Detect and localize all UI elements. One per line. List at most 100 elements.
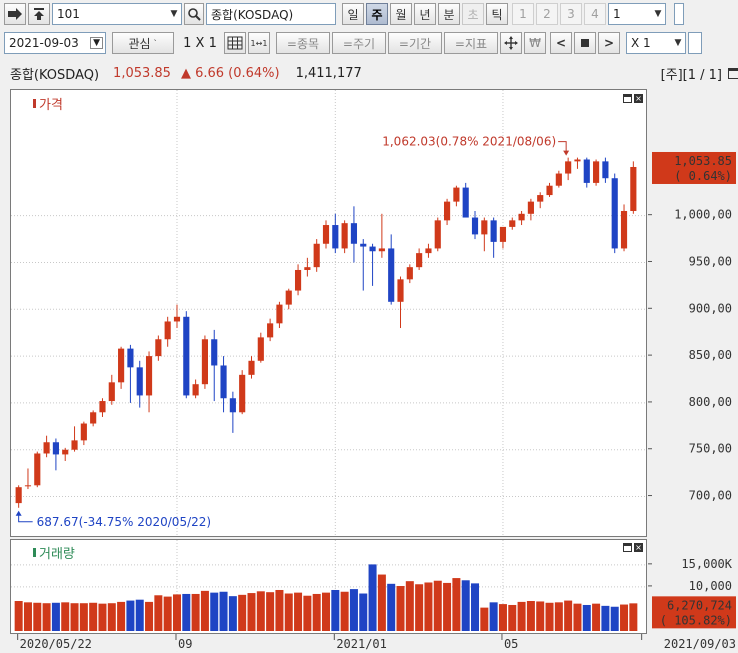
link-arrow-icon [8,8,22,20]
price-axis-label: 1,000,00 [674,208,732,222]
crosshair-icon [504,36,518,50]
candle-body [537,195,544,202]
slot-button-3[interactable]: 3 [560,3,582,25]
candle-body [322,225,330,244]
candle-body [201,339,208,385]
slot-buttons: 1234 [512,3,608,25]
crosshair-button[interactable] [500,32,522,54]
price-chart: 1,062.03(0.78% 2021/08/06) 687.67(-34.75%… [11,90,646,536]
candle-body [183,316,190,396]
stop-button[interactable] [574,32,596,54]
period-button-틱[interactable]: 틱 [486,3,508,25]
info-volume: 1,411,177 [295,65,362,81]
volume-bar [498,604,507,631]
maximize-icon[interactable] [623,543,632,552]
period-button-주[interactable]: 주 [366,3,388,25]
volume-bar [238,594,247,631]
volume-bar [592,603,601,631]
one-to-one-button[interactable]: 1↔1 [248,32,270,54]
candle-body [108,382,115,402]
volume-bar [107,603,116,631]
pin-top-button[interactable] [28,3,50,25]
legend-swatch [33,548,36,557]
one-to-one-label: 1↔1 [250,38,268,48]
chevron-down-icon[interactable]: ▼ [651,4,665,24]
link-arrow-button[interactable] [4,3,26,25]
grid-button[interactable] [224,32,246,54]
info-name: 종합(KOSDAQ) [10,67,100,83]
chevron-down-icon[interactable]: ▼ [671,33,685,53]
right-field [674,3,684,25]
indicator-label: =지표 [454,36,488,51]
chevron-right-button[interactable]: > [598,32,620,54]
slot-button-1[interactable]: 1 [512,3,534,25]
volume-bar [191,593,200,631]
price-panel-controls: × [623,94,643,103]
current-price-change: ( 0.64%) [674,169,732,183]
watch-button[interactable]: 관심 ` [112,32,174,54]
code-input[interactable]: 101 ▼ [52,3,182,25]
close-icon[interactable]: × [634,94,643,103]
period-button-초[interactable]: 초 [462,3,484,25]
chevron-down-icon[interactable]: ▼ [90,37,103,49]
period-button-월[interactable]: 월 [390,3,412,25]
volume-bar [508,604,517,631]
chevron-down-icon[interactable]: ▼ [167,4,181,24]
volume-panel-controls: × [623,543,643,552]
volume-bar [182,593,191,631]
volume-bar [452,578,461,631]
candle-body [239,374,246,413]
candle-body [509,220,516,227]
stock-label: =종목 [286,36,320,51]
slot-button-4[interactable]: 4 [584,3,606,25]
currency-button[interactable]: ₩ [524,32,546,54]
period-button-분[interactable]: 분 [438,3,460,25]
candle-body [220,365,227,399]
maximize-icon[interactable] [623,94,632,103]
volume-bar [377,574,386,631]
period-label: =기간 [398,36,432,51]
stop-icon [581,39,589,47]
volume-bar [247,593,256,631]
date-picker[interactable]: 2021-09-03 ▼ [4,32,106,54]
window-icon[interactable] [728,67,738,79]
cycle-button[interactable]: =주기 [332,32,386,54]
indicator-button[interactable]: =지표 [444,32,498,54]
candle-body [173,316,181,322]
slot-select[interactable]: 1 ▼ [608,3,666,25]
chevron-left-button[interactable]: < [550,32,572,54]
chevron-right-icon: > [603,36,615,50]
volume-bar [610,606,619,631]
period-button-년[interactable]: 년 [414,3,436,25]
current-volume-box [652,596,736,629]
candle-body [499,226,507,242]
volume-bar [433,580,442,631]
info-change: ▲ 6.66 (0.64%) [180,65,280,81]
period-button[interactable]: =기간 [388,32,442,54]
period-button-일[interactable]: 일 [342,3,364,25]
zoom-select[interactable]: X 1 ▼ [626,32,686,54]
candle-body [518,213,525,221]
candle-body [34,453,41,486]
candle-body [99,401,106,413]
candle-body [229,398,236,413]
candle-body [341,223,348,249]
candle-body [481,220,488,235]
slot-button-2[interactable]: 2 [536,3,558,25]
volume-axis-label: 15,000K [681,557,732,571]
toolbar-row-2: 2021-09-03 ▼ 관심 ` 1 X 1 1↔1 =종목 =주기 =기간 =… [0,31,738,55]
close-icon[interactable]: × [634,543,643,552]
candle-body [462,187,469,218]
candle-body [620,210,628,249]
volume-bar [172,594,181,631]
candle-body [52,442,59,455]
volume-bar [42,603,51,631]
volume-bar [461,580,470,631]
volume-bar [554,602,563,631]
stock-button[interactable]: =종목 [276,32,330,54]
candle-body [71,440,78,450]
search-button[interactable] [184,3,204,25]
candle-body [574,159,581,162]
high-annotation-arrowhead [563,150,570,156]
volume-bar [480,607,489,631]
